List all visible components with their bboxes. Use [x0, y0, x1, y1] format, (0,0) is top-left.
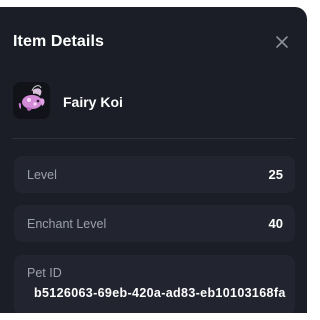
divider	[12, 138, 295, 139]
pet-name: Fairy Koi	[63, 94, 123, 110]
fairy-koi-pet-icon	[13, 82, 50, 119]
enchant-level-value: 40	[268, 216, 283, 231]
level-label: Level	[27, 168, 57, 182]
panel-header: Item Details	[12, 33, 295, 53]
enchant-level-label: Enchant Level	[27, 217, 107, 231]
panel-title: Item Details	[13, 33, 105, 50]
pet-id-card: Pet ID b5126063-69eb-420a-ad83-eb1010316…	[14, 255, 295, 313]
level-card: Level 25	[14, 156, 295, 193]
close-button[interactable]	[275, 35, 289, 49]
pet-thumbnail	[13, 82, 50, 119]
enchant-level-card: Enchant Level 40	[14, 205, 295, 242]
item-details-panel: Item Details Fairy Koi Level 25 Enchant …	[0, 7, 307, 313]
item-summary: Fairy Koi	[13, 79, 294, 119]
pet-id-label: Pet ID	[27, 266, 62, 280]
close-icon	[276, 36, 288, 48]
pet-id-value: b5126063-69eb-420a-ad83-eb10103168fa	[34, 286, 286, 300]
level-value: 25	[268, 167, 283, 182]
